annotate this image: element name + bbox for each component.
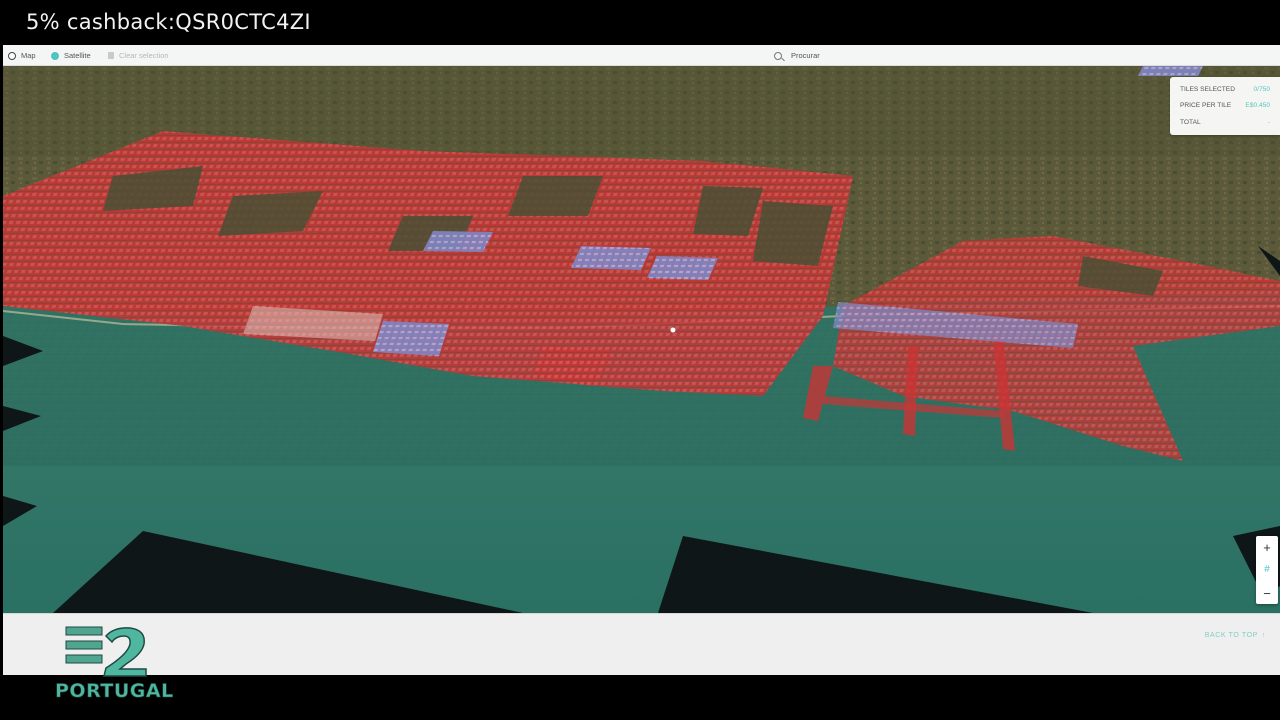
promo-text: 5% cashback:QSR0CTC4ZI <box>26 10 311 34</box>
search-input[interactable]: Procurar <box>774 45 820 66</box>
tiles-selected-row: TILES SELECTED 0/750 <box>1180 83 1270 95</box>
total-value: - <box>1267 118 1270 126</box>
tiles-selected-label: TILES SELECTED <box>1180 85 1235 93</box>
zoom-in-button[interactable]: + <box>1256 536 1278 558</box>
zoom-controls: + # − <box>1256 536 1278 604</box>
price-per-tile-label: PRICE PER TILE <box>1180 101 1232 109</box>
map-canvas[interactable]: mapbox <box>3 66 1280 613</box>
satellite-label: Satellite <box>64 51 91 60</box>
map-cursor-point <box>670 327 676 333</box>
clear-selection-button[interactable]: Clear selection <box>108 45 169 66</box>
back-to-top-link[interactable]: BACK TO TOP ↑ <box>1205 632 1266 639</box>
price-per-tile-value: E$0.450 <box>1245 101 1270 109</box>
radio-selected-icon[interactable] <box>51 51 59 60</box>
tiles-selected-value: 0/750 <box>1253 85 1270 93</box>
logo-text: PORTUGAL <box>55 680 174 703</box>
grid-toggle-button[interactable]: # <box>1256 559 1278 581</box>
satellite-map[interactable] <box>3 66 1280 613</box>
selection-stats-panel: TILES SELECTED 0/750 PRICE PER TILE E$0.… <box>1170 77 1280 135</box>
search-placeholder: Procurar <box>791 51 820 60</box>
search-icon <box>774 51 782 60</box>
promo-banner: 5% cashback:QSR0CTC4ZI <box>0 0 1280 45</box>
total-label: TOTAL <box>1180 118 1201 126</box>
arrow-up-icon: ↑ <box>1261 632 1266 639</box>
map-toolbar: Map Satellite Clear selection Procurar <box>3 45 1280 66</box>
trash-icon <box>108 52 114 59</box>
zoom-out-button[interactable]: − <box>1256 582 1278 604</box>
satellite-style-option[interactable]: Satellite <box>51 45 91 66</box>
clear-selection-label: Clear selection <box>119 51 169 60</box>
price-per-tile-row: PRICE PER TILE E$0.450 <box>1180 99 1270 111</box>
map-style-option[interactable]: Map <box>8 45 36 66</box>
screen: 5% cashback:QSR0CTC4ZI Map Satellite Cle… <box>0 0 1280 720</box>
map-label: Map <box>21 51 36 60</box>
page-footer: BACK TO TOP ↑ <box>3 613 1280 675</box>
total-row: TOTAL - <box>1180 116 1270 128</box>
back-to-top-label: BACK TO TOP <box>1204 632 1258 639</box>
radio-icon[interactable] <box>8 51 16 60</box>
